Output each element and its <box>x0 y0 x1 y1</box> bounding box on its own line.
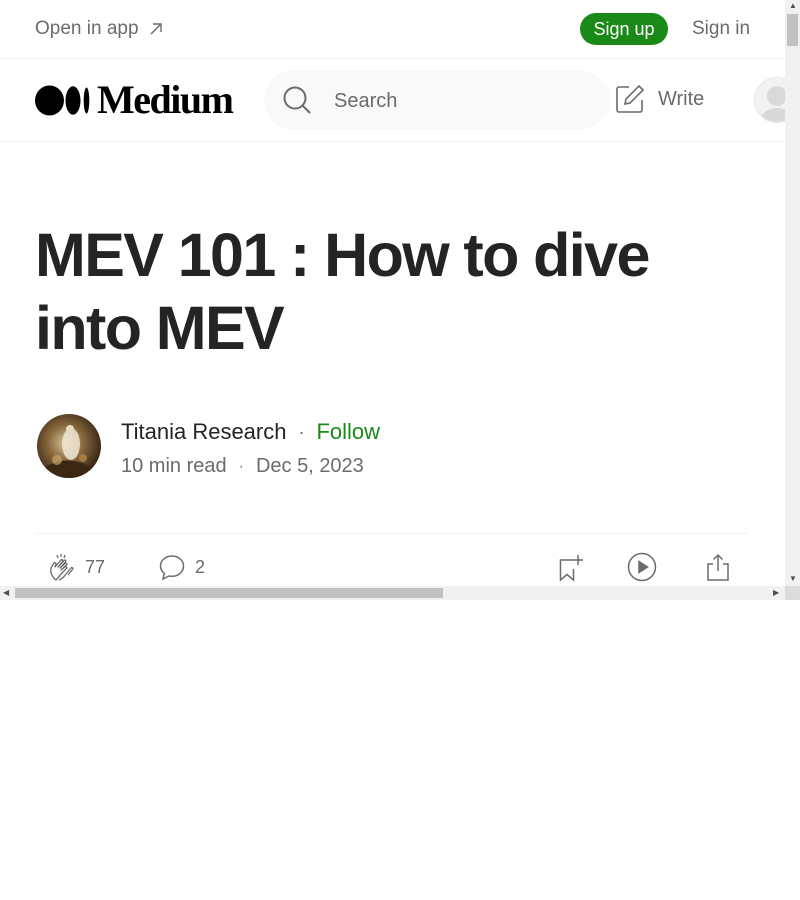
page-content: Open in app Sign up Sign in Medium Searc… <box>0 0 785 586</box>
arrow-up-right-icon <box>150 23 162 35</box>
bookmark-add-icon <box>559 555 583 582</box>
listen-button[interactable] <box>627 552 657 582</box>
sign-up-button[interactable]: Sign up <box>580 13 668 45</box>
write-button[interactable]: Write <box>614 83 704 115</box>
browser-viewport: Open in app Sign up Sign in Medium Searc… <box>0 0 800 600</box>
separator-dot: · <box>238 457 244 475</box>
article-actions-bar: 77 2 <box>35 533 748 586</box>
sign-in-link[interactable]: Sign in <box>692 18 750 40</box>
author-avatar[interactable] <box>37 414 101 478</box>
article-meta: 10 min read · Dec 5, 2023 <box>121 455 364 478</box>
clap-count: 77 <box>85 556 106 577</box>
write-label: Write <box>658 87 705 110</box>
scroll-left-arrow-icon[interactable]: ◀ <box>3 588 9 598</box>
user-avatar[interactable] <box>754 77 785 123</box>
search-input[interactable] <box>332 85 596 117</box>
save-button[interactable] <box>556 552 586 582</box>
open-in-app-label: Open in app <box>35 18 139 39</box>
scroll-right-arrow-icon[interactable]: ▶ <box>773 588 779 598</box>
horizontal-scroll-thumb[interactable] <box>15 588 443 598</box>
medium-logo[interactable]: Medium <box>35 77 234 122</box>
responses-button[interactable]: 2 <box>157 552 205 582</box>
horizontal-scrollbar[interactable]: ◀ ▶ <box>0 586 785 600</box>
clap-icon <box>50 554 74 581</box>
share-button[interactable] <box>703 552 733 582</box>
read-time: 10 min read <box>121 455 227 477</box>
author-line: Titania Research · Follow <box>121 419 380 445</box>
share-icon <box>707 553 729 581</box>
scrollbar-corner <box>785 586 800 600</box>
avatar-head-shape <box>767 86 785 106</box>
open-in-app-link[interactable]: Open in app <box>35 18 165 40</box>
vertical-scrollbar[interactable]: ▲ ▼ <box>785 0 800 586</box>
avatar-body-shape <box>761 108 785 122</box>
scroll-down-arrow-icon[interactable]: ▼ <box>789 574 797 584</box>
separator-dot: · <box>298 421 305 442</box>
author-name[interactable]: Titania Research <box>121 419 286 445</box>
vertical-scroll-thumb[interactable] <box>787 14 798 46</box>
medium-logo-mark <box>35 85 90 115</box>
clap-button[interactable]: 77 <box>47 552 105 582</box>
article-title: MEV 101 : How to dive into MEV <box>35 221 650 362</box>
search-box <box>264 71 610 129</box>
comment-icon <box>159 555 185 581</box>
top-banner: Open in app Sign up Sign in <box>0 0 785 59</box>
response-count: 2 <box>195 556 206 577</box>
publish-date: Dec 5, 2023 <box>255 455 364 477</box>
main-nav: Medium Write <box>0 59 785 142</box>
edit-icon <box>616 84 645 113</box>
author-avatar-image <box>37 414 101 478</box>
medium-wordmark: Medium <box>97 77 234 122</box>
play-icon <box>627 552 657 582</box>
follow-button[interactable]: Follow <box>316 419 380 445</box>
scroll-up-arrow-icon[interactable]: ▲ <box>789 1 797 11</box>
search-icon[interactable] <box>282 85 312 115</box>
